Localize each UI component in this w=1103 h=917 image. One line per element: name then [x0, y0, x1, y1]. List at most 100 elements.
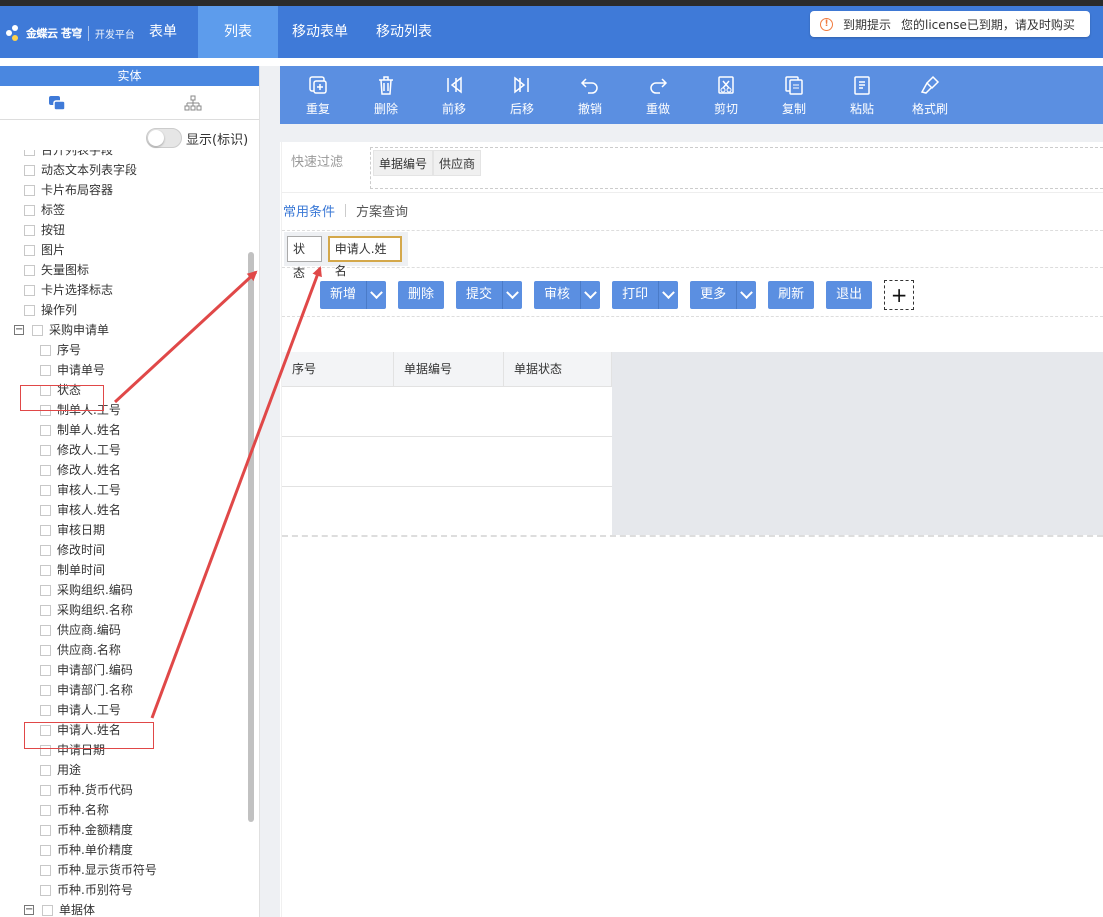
tree-item[interactable]: 卡片选择标志	[24, 280, 113, 300]
action-button[interactable]: 更多	[690, 281, 757, 309]
display-id-toggle[interactable]	[146, 128, 182, 148]
checkbox[interactable]	[40, 844, 51, 856]
checkbox[interactable]	[40, 644, 51, 656]
tree-item[interactable]: 序号	[40, 340, 81, 360]
nav-tab-3[interactable]: 移动列表	[362, 6, 446, 58]
action-button[interactable]: 审核	[534, 281, 601, 309]
checkbox[interactable]	[24, 224, 35, 236]
checkbox[interactable]	[40, 444, 51, 456]
tree-item[interactable]: 供应商.编码	[40, 620, 121, 640]
table-row[interactable]	[282, 486, 612, 536]
tree-item[interactable]: 矢量图标	[24, 260, 89, 280]
collapse-icon[interactable]: −	[24, 905, 34, 915]
toolbar-button-copy[interactable]: 复制	[760, 66, 828, 124]
checkbox[interactable]	[40, 524, 51, 536]
tree-item[interactable]: 动态文本列表字段	[24, 160, 137, 180]
tree-item[interactable]: 审核人.姓名	[40, 500, 121, 520]
tree-item[interactable]: 币种.金额精度	[40, 820, 133, 840]
tree-item[interactable]: 币种.单价精度	[40, 840, 133, 860]
tree-item[interactable]: 用途	[40, 760, 81, 780]
entity-list-icon[interactable]	[48, 95, 66, 111]
tree-item[interactable]: 卡片布局容器	[24, 180, 113, 200]
add-button[interactable]: +	[884, 280, 915, 310]
tree-item[interactable]: 修改时间	[40, 540, 105, 560]
tree-item[interactable]: 采购组织.名称	[40, 600, 133, 620]
nav-tab-2[interactable]: 移动表单	[278, 6, 362, 58]
nav-tab-1[interactable]: 列表	[198, 6, 278, 58]
tree-item[interactable]: 币种.显示货币符号	[40, 860, 157, 880]
action-button[interactable]: 删除	[398, 281, 445, 309]
checkbox[interactable]	[40, 564, 51, 576]
tree-item[interactable]: 按钮	[24, 220, 65, 240]
checkbox[interactable]	[24, 304, 35, 316]
tree-item[interactable]: 审核日期	[40, 520, 105, 540]
tree-scrollbar[interactable]	[248, 252, 254, 822]
checkbox[interactable]	[24, 184, 35, 196]
checkbox[interactable]	[24, 204, 35, 216]
checkbox[interactable]	[40, 504, 51, 516]
action-button[interactable]: 刷新	[768, 281, 815, 309]
checkbox[interactable]	[24, 150, 35, 156]
tab-common-conditions[interactable]: 常用条件	[283, 201, 335, 220]
tree-item[interactable]: 台开列表字段	[24, 150, 113, 160]
tree-item[interactable]: 申请部门.名称	[40, 680, 133, 700]
toolbar-button-format-brush[interactable]: 格式刷	[896, 66, 964, 124]
chevron-down-icon[interactable]	[366, 281, 386, 309]
checkbox[interactable]	[40, 624, 51, 636]
tree-item[interactable]: 申请单号	[40, 360, 105, 380]
checkbox[interactable]	[40, 484, 51, 496]
tree-item[interactable]: 申请部门.编码	[40, 660, 133, 680]
tree-item[interactable]: 申请人.工号	[40, 700, 121, 720]
quick-filter-drop-zone[interactable]: 单据编号 供应商	[370, 147, 1103, 189]
tree-item[interactable]: − 采购申请单	[14, 320, 109, 340]
toolbar-button-undo[interactable]: 撤销	[556, 66, 624, 124]
action-button[interactable]: 打印	[612, 281, 679, 309]
action-button[interactable]: 新增	[320, 281, 387, 309]
checkbox[interactable]	[24, 264, 35, 276]
tree-item[interactable]: 修改人.姓名	[40, 460, 121, 480]
grid-column-header[interactable]: 序号	[282, 352, 394, 386]
toolbar-button-redo[interactable]: 重做	[624, 66, 692, 124]
tree-item[interactable]: 币种.货币代码	[40, 780, 133, 800]
tab-scheme-query[interactable]: 方案查询	[356, 201, 408, 220]
tree-item[interactable]: 供应商.名称	[40, 640, 121, 660]
action-button[interactable]: 退出	[826, 281, 873, 309]
checkbox[interactable]	[40, 544, 51, 556]
table-row[interactable]	[282, 386, 612, 436]
checkbox[interactable]	[24, 244, 35, 256]
quick-filter-tag[interactable]: 单据编号	[373, 150, 434, 176]
toolbar-button-move-left[interactable]: 前移	[420, 66, 488, 124]
toolbar-button-duplicate[interactable]: 重复	[284, 66, 352, 124]
chevron-down-icon[interactable]	[658, 281, 678, 309]
checkbox[interactable]	[40, 884, 51, 896]
checkbox[interactable]	[40, 604, 51, 616]
tree-item[interactable]: 审核人.工号	[40, 480, 121, 500]
checkbox[interactable]	[40, 584, 51, 596]
toolbar-button-paste[interactable]: 粘贴	[828, 66, 896, 124]
tree-item[interactable]: 制单时间	[40, 560, 105, 580]
checkbox[interactable]	[24, 284, 35, 296]
checkbox[interactable]	[42, 904, 53, 916]
checkbox[interactable]	[40, 344, 51, 356]
collapse-icon[interactable]: −	[14, 325, 24, 335]
tree-item[interactable]: 图片	[24, 240, 65, 260]
checkbox[interactable]	[40, 764, 51, 776]
tree-item[interactable]: 币种.币别符号	[40, 880, 133, 900]
tree-item[interactable]: 修改人.工号	[40, 440, 121, 460]
chevron-down-icon[interactable]	[580, 281, 600, 309]
tree-item[interactable]: 操作列	[24, 300, 77, 320]
checkbox[interactable]	[40, 824, 51, 836]
grid-column-header[interactable]: 单据编号	[394, 352, 504, 386]
tree-item[interactable]: − 单据体	[24, 900, 95, 917]
checkbox[interactable]	[40, 864, 51, 876]
condition-chip[interactable]: 状态	[287, 236, 322, 280]
tree-item[interactable]: 币种.名称	[40, 800, 109, 820]
checkbox[interactable]	[40, 784, 51, 796]
grid-column-header[interactable]: 单据状态	[504, 352, 612, 386]
condition-chip[interactable]: 申请人.姓名	[327, 236, 402, 278]
quick-filter-tag[interactable]: 供应商	[433, 150, 482, 176]
tree-item[interactable]: 制单人.姓名	[40, 420, 121, 440]
checkbox[interactable]	[40, 804, 51, 816]
entity-tree-icon[interactable]	[184, 95, 202, 111]
toolbar-button-move-right[interactable]: 后移	[488, 66, 556, 124]
